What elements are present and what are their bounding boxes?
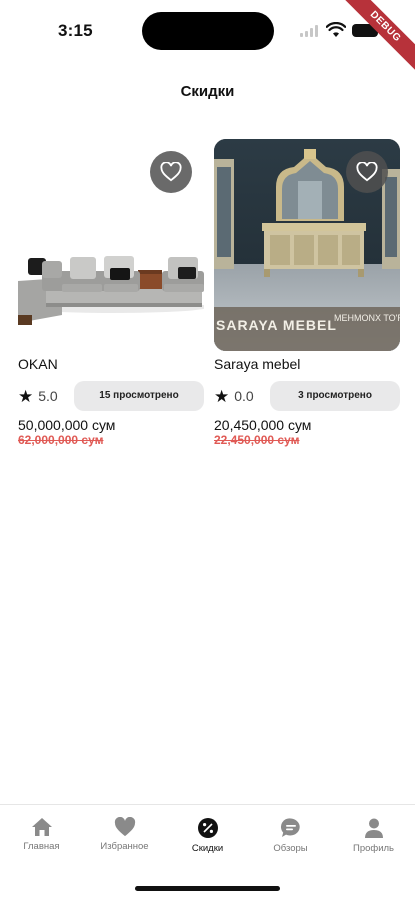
product-old-price: 62,000,000 сум <box>18 433 104 447</box>
product-price: 20,450,000 сум <box>214 417 312 433</box>
dynamic-island <box>142 12 274 50</box>
nav-label: Главная <box>23 841 60 852</box>
product-image[interactable] <box>18 139 204 351</box>
wifi-icon <box>326 22 346 37</box>
discount-icon <box>197 818 218 838</box>
page-title: Скидки <box>180 83 235 100</box>
star-icon: ★ <box>18 386 34 406</box>
person-icon <box>364 818 383 838</box>
star-icon: ★ <box>214 386 230 406</box>
product-image[interactable]: SARAYA MEBEL MEHMONX TO'R <box>214 139 400 351</box>
rating-value: 0.0 <box>234 388 254 404</box>
product-card[interactable]: SARAYA MEBEL MEHMONX TO'R Saraya mebel ★… <box>214 139 400 459</box>
nav-label: Профиль <box>352 843 394 854</box>
heart-icon <box>114 817 135 837</box>
favorite-button[interactable] <box>346 151 388 193</box>
product-name: OKAN <box>18 356 58 372</box>
signal-icon <box>300 25 320 37</box>
home-indicator <box>135 886 280 891</box>
home-icon <box>31 818 52 836</box>
heart-outline-icon <box>160 162 182 182</box>
nav-label: Скидки <box>191 843 224 854</box>
nav-item-discounts[interactable]: Скидки <box>166 817 249 861</box>
nav-item-favorites[interactable]: Избранное <box>83 817 166 861</box>
product-card[interactable]: OKAN ★ 5.0 15 просмотрено 50,000,000 сум… <box>18 139 204 459</box>
views-badge: 3 просмотрено <box>270 381 400 411</box>
nav-label: Избранное <box>100 841 149 852</box>
views-badge: 15 просмотрено <box>74 381 204 411</box>
product-name: Saraya mebel <box>214 356 301 372</box>
product-price: 50,000,000 сум <box>18 417 116 433</box>
watermark-text-left: SARAYA MEBEL <box>216 317 337 333</box>
nav-item-reviews[interactable]: Обзоры <box>249 817 332 861</box>
rating: ★ 0.0 <box>214 386 254 406</box>
rating: ★ 5.0 <box>18 386 58 406</box>
rating-value: 5.0 <box>38 388 58 404</box>
favorite-button[interactable] <box>150 151 192 193</box>
chat-icon <box>280 818 300 837</box>
nav-item-home[interactable]: Главная <box>0 817 83 861</box>
nav-label: Обзоры <box>273 843 308 854</box>
status-bar: 3:15 <box>0 0 415 62</box>
status-time: 3:15 <box>58 21 93 40</box>
nav-item-profile[interactable]: Профиль <box>332 817 415 861</box>
watermark-text-right: MEHMONX TO'R <box>334 313 400 323</box>
product-old-price: 22,450,000 сум <box>214 433 300 447</box>
heart-outline-icon <box>356 162 378 182</box>
